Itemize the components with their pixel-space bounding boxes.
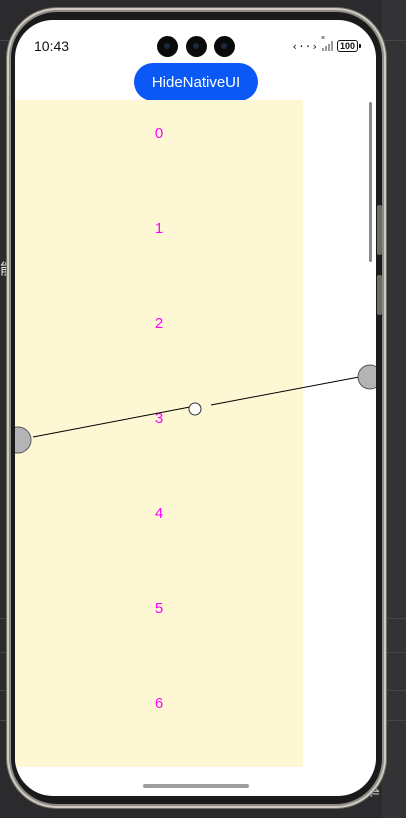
phone-side-button xyxy=(377,275,382,315)
drag-line-overlay xyxy=(15,364,376,454)
center-drag-point[interactable] xyxy=(188,402,202,416)
right-drag-handle[interactable] xyxy=(357,364,376,390)
ide-right-panel xyxy=(382,0,406,818)
phone-side-button xyxy=(377,205,382,255)
phone-screen: 10:43 ‹··› × 100 HideNativeUI 0 1 2 3 4 … xyxy=(15,20,376,796)
connector-line xyxy=(32,406,191,438)
connector-line xyxy=(210,376,360,406)
left-drag-handle[interactable] xyxy=(15,426,32,454)
home-indicator[interactable] xyxy=(143,784,249,788)
